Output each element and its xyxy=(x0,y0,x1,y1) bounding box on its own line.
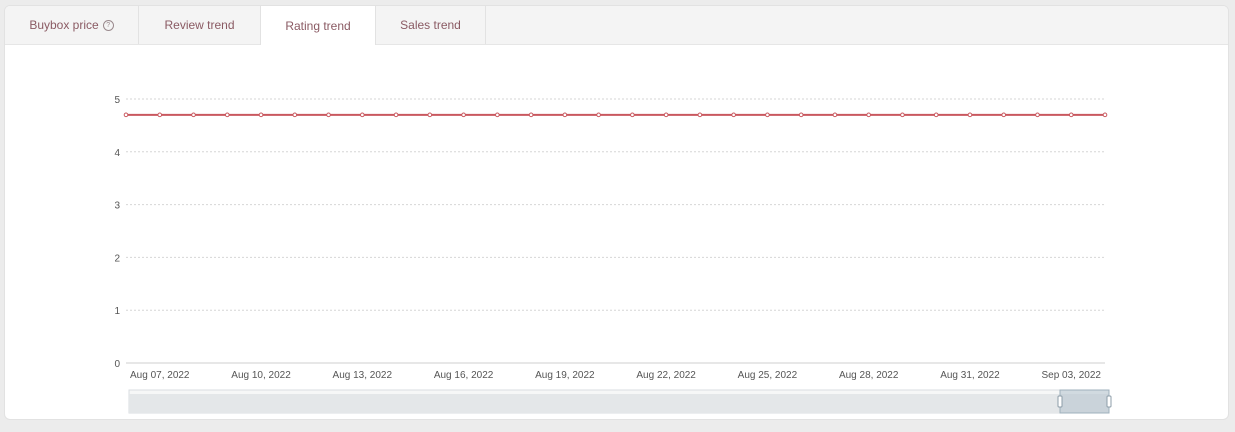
data-point xyxy=(562,112,568,118)
rating-trend-chart: 0 1 2 3 4 5 Aug 07, 2022 Aug 10, 2022 Aug 13, 2… xyxy=(114,95,1112,414)
data-point xyxy=(765,112,770,118)
data-point xyxy=(866,112,871,118)
x-tick-label: Aug 13, 2022 xyxy=(333,370,393,381)
data-point xyxy=(900,112,905,118)
x-tick-label: Aug 07, 2022 xyxy=(130,370,190,381)
x-tick-label: Aug 22, 2022 xyxy=(636,370,696,381)
x-tick-label: Sep 03, 2022 xyxy=(1041,370,1101,381)
x-axis: Aug 07, 2022 Aug 10, 2022 Aug 13, 2022 Aug … xyxy=(130,370,1101,381)
data-point xyxy=(933,112,939,118)
series-layer xyxy=(123,112,1108,118)
grid-layer xyxy=(126,98,1105,364)
data-point xyxy=(495,112,500,118)
zoom-handle[interactable] xyxy=(1057,395,1063,408)
data-point xyxy=(427,112,433,118)
data-point xyxy=(596,112,601,118)
data-point xyxy=(461,112,466,118)
data-point xyxy=(697,112,703,118)
data-zoom-slider xyxy=(128,389,1112,414)
data-point xyxy=(157,112,163,118)
chart-card: Buybox price ? Review trend Rating trend… xyxy=(4,5,1229,420)
data-point xyxy=(967,112,973,118)
data-point xyxy=(1035,112,1040,118)
y-tick-label: 2 xyxy=(114,253,120,264)
zoom-selected-window[interactable] xyxy=(1059,389,1110,414)
data-point xyxy=(191,112,196,118)
data-point xyxy=(630,112,635,118)
y-axis: 0 1 2 3 4 5 xyxy=(114,95,120,370)
data-point xyxy=(326,112,331,118)
data-point xyxy=(224,112,230,118)
data-point xyxy=(292,112,298,118)
data-point xyxy=(1001,112,1007,118)
data-point xyxy=(1102,112,1108,118)
y-tick-label: 3 xyxy=(114,201,120,212)
y-tick-label: 5 xyxy=(114,95,120,106)
y-tick-label: 1 xyxy=(114,306,120,317)
data-point xyxy=(663,112,669,118)
data-point xyxy=(123,112,129,118)
x-tick-label: Aug 31, 2022 xyxy=(940,370,1000,381)
x-tick-label: Aug 28, 2022 xyxy=(839,370,899,381)
zoom-handle[interactable] xyxy=(1106,395,1112,408)
data-point xyxy=(360,112,365,118)
data-point xyxy=(832,112,838,118)
x-tick-label: Aug 19, 2022 xyxy=(535,370,595,381)
y-tick-label: 0 xyxy=(114,359,120,370)
y-tick-label: 4 xyxy=(114,148,120,159)
x-tick-label: Aug 16, 2022 xyxy=(434,370,494,381)
data-point xyxy=(528,112,534,118)
data-point xyxy=(731,112,736,118)
x-tick-label: Aug 25, 2022 xyxy=(738,370,798,381)
data-point xyxy=(258,112,264,118)
zoom-preview-area xyxy=(129,394,1109,413)
data-point xyxy=(798,112,804,118)
data-point xyxy=(1068,112,1074,118)
data-point xyxy=(393,112,399,118)
x-tick-label: Aug 10, 2022 xyxy=(231,370,291,381)
